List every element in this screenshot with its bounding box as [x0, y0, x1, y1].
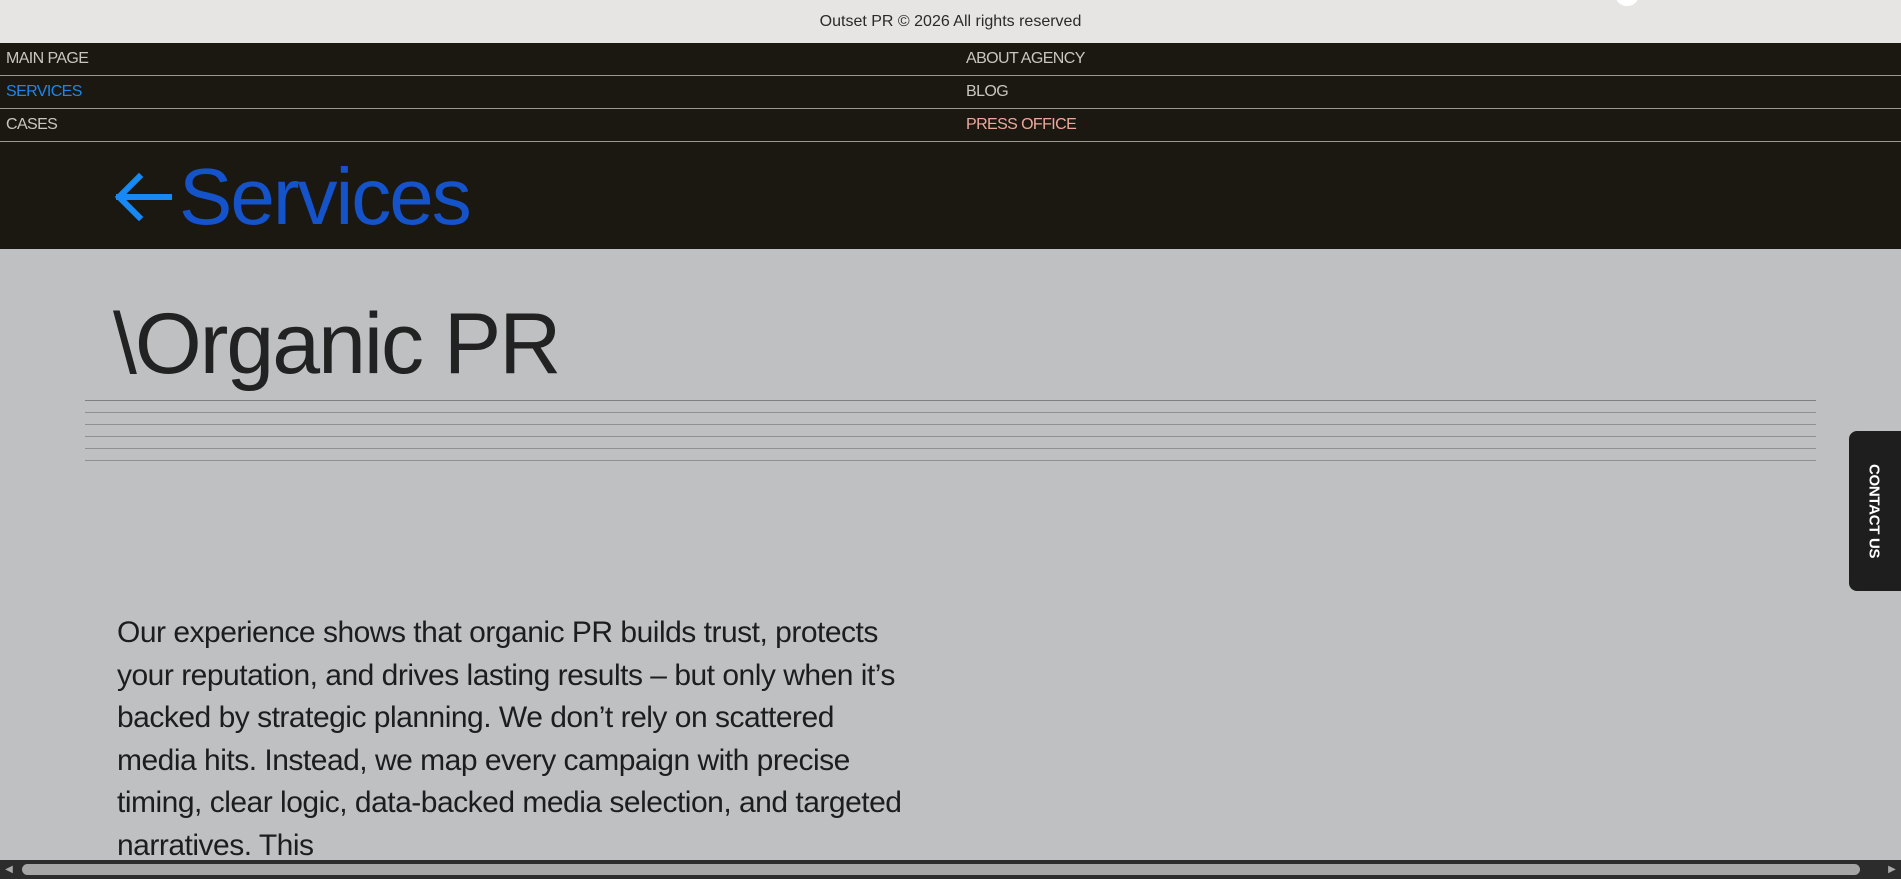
status-dot	[1616, 0, 1638, 6]
nav-link-about-agency[interactable]: ABOUT AGENCY	[966, 43, 1085, 75]
divider	[85, 400, 1816, 401]
page-title: \Organic PR	[113, 296, 561, 392]
nav-link-cases[interactable]: CASES	[6, 109, 58, 141]
divider	[85, 448, 1816, 449]
copyright-text: Outset PR © 2026 All rights reserved	[819, 12, 1082, 30]
nav-link-main-page[interactable]: MAIN PAGE	[6, 43, 89, 75]
divider	[85, 424, 1816, 425]
arrow-left-icon	[113, 171, 173, 223]
nav-row: SERVICES BLOG	[0, 76, 1901, 109]
scrollbar-thumb[interactable]	[22, 864, 1860, 875]
contact-us-tab[interactable]: CONTACT US	[1849, 431, 1901, 591]
decorative-rules	[85, 400, 1816, 472]
divider	[85, 412, 1816, 413]
nav-link-press-office[interactable]: PRESS OFFICE	[966, 109, 1077, 141]
back-to-services-link[interactable]: Services	[113, 152, 472, 242]
intro-paragraph: Our experience shows that organic PR bui…	[117, 616, 902, 862]
chevron-right-icon[interactable]: ▶	[1883, 860, 1901, 879]
horizontal-scrollbar[interactable]: ◀ ▶	[0, 860, 1901, 879]
nav-row: CASES PRESS OFFICE	[0, 109, 1901, 142]
nav-link-blog[interactable]: BLOG	[966, 76, 1009, 108]
back-label: Services	[179, 152, 472, 241]
divider	[85, 460, 1816, 461]
top-footer-bar: Outset PR © 2026 All rights reserved	[0, 0, 1901, 43]
contact-us-label: CONTACT US	[1865, 463, 1883, 559]
nav-link-services[interactable]: SERVICES	[6, 76, 82, 108]
main-navigation: MAIN PAGE ABOUT AGENCY SERVICES BLOG CAS…	[0, 43, 1901, 249]
nav-row: MAIN PAGE ABOUT AGENCY	[0, 43, 1901, 76]
chevron-left-icon[interactable]: ◀	[0, 860, 18, 879]
divider	[85, 436, 1816, 437]
